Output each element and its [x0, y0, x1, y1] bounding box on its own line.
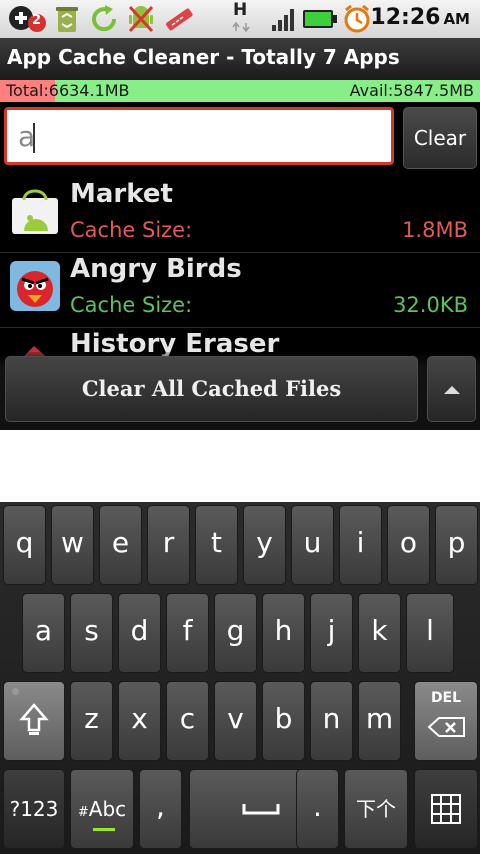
- key-p[interactable]: p: [435, 505, 478, 585]
- notification-badge: 2: [32, 13, 42, 28]
- key-b[interactable]: b: [262, 681, 305, 761]
- key-k[interactable]: k: [358, 593, 401, 673]
- network-type-label: H: [233, 0, 248, 20]
- storage-avail-value: 5847.5MB: [393, 81, 474, 100]
- delete-key-label: DEL: [430, 690, 462, 706]
- clock: 12:26 AM: [370, 5, 470, 30]
- key-y[interactable]: y: [243, 505, 286, 585]
- signal-icon: [272, 9, 294, 31]
- angry-bird-icon: [10, 261, 60, 311]
- triangle-up-icon: [444, 386, 460, 394]
- app-list[interactable]: Market Cache Size: 1.8MB Angry Birds Cac…: [0, 178, 480, 358]
- key-a[interactable]: a: [22, 593, 65, 673]
- language-switch-label: 下个: [356, 797, 396, 821]
- language-switch-key[interactable]: 下个: [344, 769, 408, 849]
- text-cursor: [33, 123, 35, 153]
- page-title: App Cache Cleaner - Totally 7 Apps: [7, 45, 400, 69]
- key-o[interactable]: o: [387, 505, 430, 585]
- battery-icon: [303, 10, 337, 28]
- storage-bar: Total:6634.1MB Avail:5847.5MB: [0, 80, 480, 102]
- backspace-icon: [427, 717, 465, 737]
- clock-time: 12:26: [370, 5, 441, 30]
- list-item-angry-birds[interactable]: Angry Birds Cache Size: 32.0KB: [0, 253, 480, 328]
- scroll-up-button[interactable]: [427, 356, 476, 422]
- delete-key[interactable]: DEL: [414, 681, 478, 761]
- add-badge-icon: [9, 6, 46, 32]
- cache-size-label: Cache Size:: [70, 218, 193, 242]
- key-period[interactable]: .: [296, 769, 339, 849]
- storage-avail: Avail:5847.5MB: [350, 80, 474, 102]
- ruler-tool-icon: [166, 8, 193, 31]
- key-x[interactable]: x: [118, 681, 161, 761]
- key-comma[interactable]: ,: [139, 769, 182, 849]
- key-m[interactable]: m: [358, 681, 401, 761]
- search-input[interactable]: a: [4, 107, 394, 165]
- cache-size-label: Cache Size:: [70, 293, 193, 317]
- status-bar: 2 H 12:26 AM: [0, 0, 480, 39]
- android-bug-icon: [128, 5, 154, 33]
- market-bag-icon: [12, 189, 58, 234]
- key-q[interactable]: q: [3, 505, 46, 585]
- abc-prefix: #: [77, 805, 89, 820]
- search-row: a Clear: [0, 102, 480, 178]
- key-v[interactable]: v: [214, 681, 257, 761]
- key-e[interactable]: e: [99, 505, 142, 585]
- storage-total-value: 6634.1MB: [48, 81, 130, 100]
- key-n[interactable]: n: [310, 681, 353, 761]
- key-g[interactable]: g: [214, 593, 257, 673]
- cache-size-value: 32.0KB: [393, 293, 468, 317]
- clear-all-cached-files-button[interactable]: Clear All Cached Files: [5, 356, 418, 422]
- storage-avail-label: Avail:: [349, 81, 394, 100]
- key-u[interactable]: u: [291, 505, 334, 585]
- clock-ampm: AM: [443, 10, 470, 28]
- mode-indicator: [93, 828, 115, 831]
- cache-size-value: 1.8MB: [402, 218, 468, 242]
- key-w[interactable]: w: [51, 505, 94, 585]
- refresh-icon: [92, 5, 117, 32]
- shift-arrow-icon: [19, 703, 49, 735]
- key-z[interactable]: z: [70, 681, 113, 761]
- alphabet-mode-key[interactable]: #Abc: [70, 769, 134, 849]
- list-item-market[interactable]: Market Cache Size: 1.8MB: [0, 178, 480, 253]
- key-c[interactable]: c: [166, 681, 209, 761]
- storage-total-label: Total:: [6, 81, 49, 100]
- symbols-key[interactable]: ?123: [3, 769, 65, 849]
- abc-label: Abc: [88, 797, 127, 821]
- key-t[interactable]: t: [195, 505, 238, 585]
- app-name: Market: [70, 179, 173, 209]
- keypad-key[interactable]: [414, 769, 478, 849]
- soft-keyboard: q w e r t y u i o p a s d f g h j k l z …: [0, 502, 480, 854]
- key-f[interactable]: f: [166, 593, 209, 673]
- action-row: Clear All Cached Files: [0, 352, 480, 430]
- key-j[interactable]: j: [310, 593, 353, 673]
- clear-search-button[interactable]: Clear: [403, 107, 477, 169]
- alarm-clock-icon: [344, 4, 370, 33]
- key-s[interactable]: s: [70, 593, 113, 673]
- key-i[interactable]: i: [339, 505, 382, 585]
- space-bar-icon: [242, 804, 279, 815]
- key-d[interactable]: d: [118, 593, 161, 673]
- key-l[interactable]: l: [406, 593, 454, 673]
- shift-key[interactable]: [3, 681, 65, 761]
- key-h[interactable]: h: [262, 593, 305, 673]
- app-name: Angry Birds: [70, 254, 242, 284]
- symbols-key-label: ?123: [9, 797, 59, 821]
- keypad-grid-icon: [431, 794, 461, 824]
- title-bar: App Cache Cleaner - Totally 7 Apps: [0, 38, 480, 80]
- recycle-bin-icon: [56, 7, 78, 32]
- key-r[interactable]: r: [147, 505, 190, 585]
- empty-area: [0, 430, 480, 502]
- storage-total: Total:6634.1MB: [6, 80, 130, 102]
